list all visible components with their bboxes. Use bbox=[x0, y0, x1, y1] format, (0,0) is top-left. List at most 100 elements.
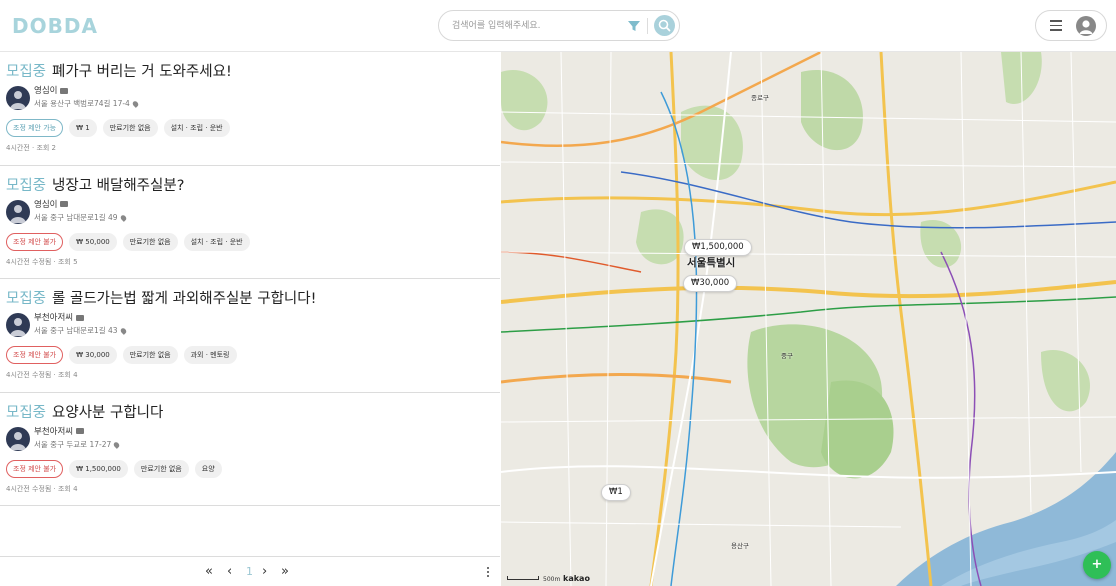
post-title-text: 요양사분 구합니다 bbox=[52, 404, 164, 421]
address-text: 서울 중구 남대문로1길 49 bbox=[34, 212, 118, 222]
author-name: 부천아저씨 bbox=[34, 311, 85, 323]
search-icon bbox=[658, 19, 671, 32]
author-name-text: 부천아저씨 bbox=[34, 426, 74, 437]
pin-icon bbox=[119, 213, 127, 222]
map-attribution[interactable]: kakao bbox=[563, 574, 590, 583]
address: 서울 용산구 백범로74길 17-4 bbox=[34, 98, 140, 109]
avatar bbox=[6, 313, 30, 337]
chat-icon[interactable] bbox=[60, 87, 69, 94]
tag-expiry: 만료기한 없음 bbox=[122, 346, 178, 364]
address: 서울 중구 두교로 17-27 bbox=[34, 439, 121, 450]
tag-price: ₩ 1 bbox=[69, 119, 97, 137]
pin-icon bbox=[131, 100, 140, 108]
address-text: 서울 중구 두교로 17-27 bbox=[34, 439, 112, 449]
post-meta: 4시간전 수정됨 · 조회 4 bbox=[6, 484, 78, 493]
author-name-text: 영심이 bbox=[34, 199, 58, 210]
search-bar bbox=[438, 10, 680, 41]
tag-list: 조정 제안 불가 ₩ 50,000 만료기한 없음 설치 · 조립 · 운반 bbox=[6, 232, 250, 251]
prev-page-button[interactable]: ‹ bbox=[227, 564, 232, 579]
hamburger-icon[interactable] bbox=[1050, 20, 1062, 31]
address-text: 서울 중구 남대문로1길 43 bbox=[34, 326, 118, 335]
post-title[interactable]: 모집중 폐가구 버리는 거 도와주세요! bbox=[6, 60, 232, 81]
map-price-marker[interactable]: ₩1 bbox=[601, 484, 631, 501]
status-badge: 모집중 bbox=[6, 64, 47, 80]
tag-category: 설치 · 조립 · 운반 bbox=[163, 119, 230, 137]
page-number[interactable]: 1 bbox=[246, 565, 253, 578]
post-title[interactable]: 모집중 냉장고 배달해주실분? bbox=[6, 174, 184, 195]
author-name-text: 영심이 bbox=[34, 86, 58, 96]
map-view[interactable]: 서울특별시 중구 용산구 종로구 ₩1,500,000 ₩30,000 ₩1 5… bbox=[501, 52, 1116, 586]
post-title[interactable]: 모집중 요양사분 구합니다 bbox=[6, 401, 163, 422]
tag-adjust: 조정 제안 불가 bbox=[6, 346, 64, 364]
author-name: 부천아저씨 bbox=[34, 425, 85, 437]
chat-icon[interactable] bbox=[76, 428, 85, 434]
tag-adjust: 조정 제안 불가 bbox=[6, 232, 64, 251]
tag-adjust: 조정 제안 불가 bbox=[6, 459, 64, 478]
post-card[interactable]: 모집중 냉장고 배달해주실분? 영심이 서울 중구 남대문로1길 49 조정 제안… bbox=[0, 166, 500, 279]
address-text: 서울 용산구 백범로74길 17-4 bbox=[34, 99, 130, 108]
map-price-marker[interactable]: ₩30,000 bbox=[683, 275, 738, 292]
post-meta: 4시간전 수정됨 · 조회 4 bbox=[6, 371, 78, 379]
post-title[interactable]: 모집중 롤 골드가는법 짧게 과외해주실분 구합니다! bbox=[6, 287, 316, 308]
post-meta: 4시간전 · 조회 2 bbox=[6, 144, 57, 152]
post-meta: 4시간전 수정됨 · 조회 5 bbox=[6, 257, 78, 266]
post-card[interactable]: 모집중 폐가구 버리는 거 도와주세요! 영심이 서울 용산구 백범로74길 17… bbox=[0, 52, 500, 166]
map-canvas bbox=[501, 52, 1116, 586]
map-scale-label: 500m bbox=[543, 576, 561, 583]
tag-expiry: 만료기한 없음 bbox=[133, 459, 189, 478]
status-badge: 모집중 bbox=[6, 291, 47, 307]
map-district-label: 종로구 bbox=[751, 94, 769, 102]
map-price-marker[interactable]: ₩1,500,000 bbox=[684, 239, 752, 256]
map-city-label: 서울특별시 bbox=[687, 257, 736, 269]
tag-adjust: 조정 제안 가능 bbox=[6, 119, 64, 137]
avatar bbox=[6, 86, 30, 110]
tag-expiry: 만료기한 없음 bbox=[102, 119, 158, 137]
post-card[interactable]: 모집중 롤 골드가는법 짧게 과외해주실분 구합니다! 부천아저씨 서울 중구 남… bbox=[0, 279, 500, 393]
post-list: 모집중 폐가구 버리는 거 도와주세요! 영심이 서울 용산구 백범로74길 17… bbox=[0, 52, 500, 556]
first-page-button[interactable]: « bbox=[205, 564, 213, 579]
pagination: « ‹ 1 › » bbox=[0, 556, 500, 586]
tag-expiry: 만료기한 없음 bbox=[122, 232, 178, 251]
chat-icon[interactable] bbox=[76, 314, 85, 321]
map-scale-bar bbox=[507, 576, 539, 580]
user-menu[interactable] bbox=[1035, 10, 1107, 41]
search-input[interactable] bbox=[452, 17, 622, 35]
chat-icon[interactable] bbox=[60, 201, 69, 207]
search-button[interactable] bbox=[654, 15, 675, 36]
address: 서울 중구 남대문로1길 49 bbox=[34, 212, 127, 223]
map-district-label: 중구 bbox=[781, 352, 793, 360]
user-icon[interactable] bbox=[1076, 16, 1096, 36]
pin-icon bbox=[119, 327, 127, 335]
top-header: DOBDA bbox=[0, 0, 1116, 52]
author-name: 영심이 bbox=[34, 84, 69, 96]
logo[interactable]: DOBDA bbox=[12, 14, 98, 38]
post-title-text: 롤 골드가는법 짧게 과외해주실분 구합니다! bbox=[52, 291, 317, 307]
search-divider bbox=[647, 18, 648, 34]
tag-category: 요양 bbox=[194, 459, 222, 478]
next-page-button[interactable]: › bbox=[262, 564, 267, 579]
author-name-text: 부천아저씨 bbox=[34, 313, 74, 323]
post-title-text: 폐가구 버리는 거 도와주세요! bbox=[52, 64, 232, 80]
tag-category: 설치 · 조립 · 운반 bbox=[183, 232, 250, 251]
avatar bbox=[6, 199, 30, 224]
tag-price: ₩ 30,000 bbox=[69, 346, 117, 364]
filter-icon[interactable] bbox=[627, 19, 641, 33]
address: 서울 중구 남대문로1길 43 bbox=[34, 325, 127, 336]
avatar bbox=[6, 426, 30, 451]
author-name: 영심이 bbox=[34, 198, 69, 210]
pin-icon bbox=[112, 440, 121, 449]
tag-list: 조정 제안 불가 ₩ 1,500,000 만료기한 없음 요양 bbox=[6, 459, 222, 478]
status-badge: 모집중 bbox=[6, 404, 47, 421]
post-card[interactable]: 모집중 요양사분 구합니다 부천아저씨 서울 중구 두교로 17-27 조정 제안… bbox=[0, 393, 500, 506]
more-options-icon[interactable] bbox=[487, 567, 490, 578]
last-page-button[interactable]: » bbox=[281, 564, 289, 579]
tag-category: 과외 · 멘토링 bbox=[183, 346, 237, 364]
tag-list: 조정 제안 불가 ₩ 30,000 만료기한 없음 과외 · 멘토링 bbox=[6, 346, 237, 364]
tag-list: 조정 제안 가능 ₩ 1 만료기한 없음 설치 · 조립 · 운반 bbox=[6, 119, 230, 137]
map-district-label: 용산구 bbox=[731, 542, 749, 550]
add-post-button[interactable]: + bbox=[1083, 551, 1111, 579]
tag-price: ₩ 50,000 bbox=[69, 232, 117, 251]
status-badge: 모집중 bbox=[6, 177, 47, 194]
post-title-text: 냉장고 배달해주실분? bbox=[52, 177, 185, 194]
tag-price: ₩ 1,500,000 bbox=[69, 459, 128, 478]
